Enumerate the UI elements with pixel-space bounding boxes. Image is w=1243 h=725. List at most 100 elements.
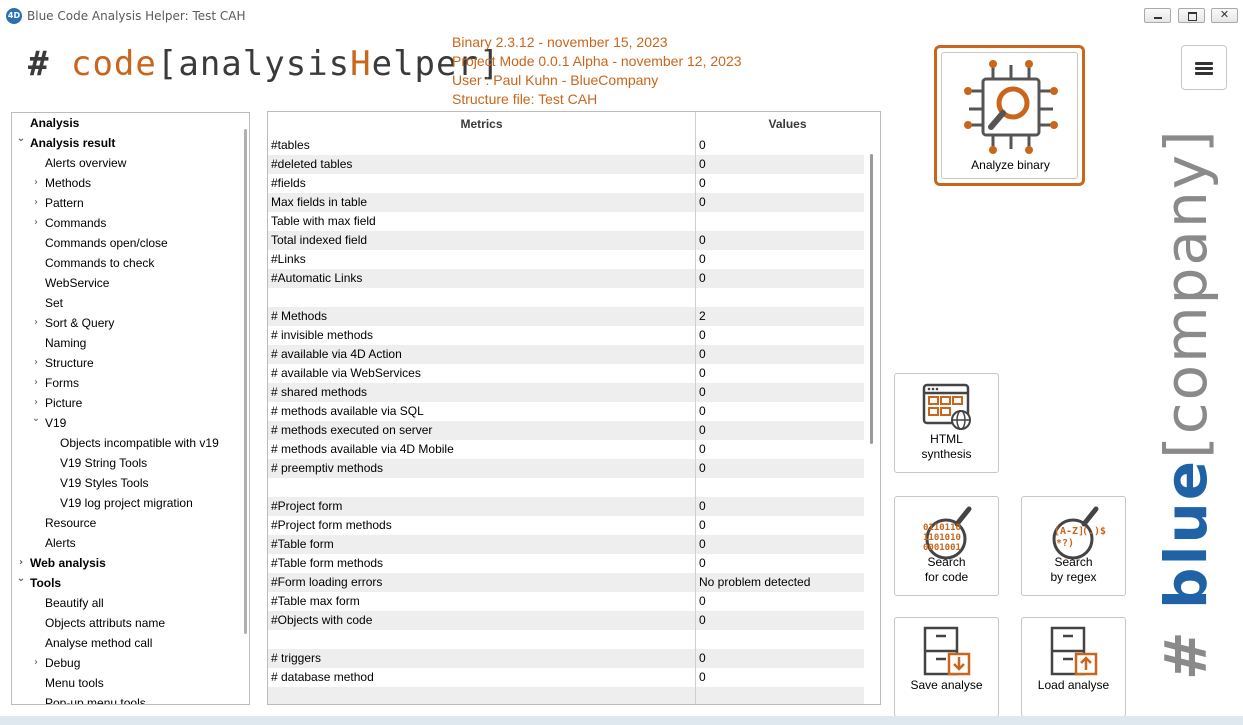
close-button[interactable] bbox=[1211, 8, 1238, 23]
table-row[interactable]: #Table form 0 bbox=[268, 535, 864, 554]
svg-text:[A-Z]: [A-Z] bbox=[1054, 526, 1084, 537]
table-row[interactable]: # methods executed on server 0 bbox=[268, 421, 864, 440]
table-row[interactable]: #Objects with code 0 bbox=[268, 611, 864, 630]
maximize-button[interactable] bbox=[1178, 8, 1205, 23]
tree-item[interactable]: Resource bbox=[12, 513, 237, 533]
tree-item[interactable]: Alerts bbox=[12, 533, 237, 553]
table-row[interactable]: #Project form 0 bbox=[268, 497, 864, 516]
tree-item[interactable]: V19 log project migration bbox=[12, 493, 237, 513]
chevron-right-icon[interactable]: › bbox=[31, 353, 41, 373]
table-row[interactable]: # shared methods 0 bbox=[268, 383, 864, 402]
tree-item[interactable]: V19 String Tools bbox=[12, 453, 237, 473]
tree-item[interactable]: › Commands bbox=[12, 213, 237, 233]
table-row[interactable]: # methods available via SQL 0 bbox=[268, 402, 864, 421]
tree-item[interactable]: ⌄ Tools bbox=[12, 573, 237, 593]
table-row[interactable] bbox=[268, 288, 864, 307]
metrics-table[interactable]: Metrics Values #tables 0 #deleted tables 0 #… bbox=[267, 111, 881, 705]
values-column-header[interactable]: Values bbox=[695, 117, 880, 131]
table-row[interactable]: #Table form methods 0 bbox=[268, 554, 864, 573]
tree-item[interactable]: › Debug bbox=[12, 653, 237, 673]
tree-item[interactable]: › Forms bbox=[12, 373, 237, 393]
chevron-right-icon[interactable]: › bbox=[31, 213, 41, 233]
table-row[interactable]: Table with max field bbox=[268, 212, 864, 231]
tree-item[interactable]: Commands open/close bbox=[12, 233, 237, 253]
tree-item[interactable]: › Methods bbox=[12, 173, 237, 193]
table-row[interactable] bbox=[268, 478, 864, 497]
table-row[interactable]: #Automatic Links 0 bbox=[268, 269, 864, 288]
tree-item[interactable]: Objects incompatible with v19 bbox=[12, 433, 237, 453]
table-row[interactable]: # database method 0 bbox=[268, 668, 864, 687]
tree-scrollbar[interactable] bbox=[244, 129, 247, 634]
table-row[interactable]: #Project form methods 0 bbox=[268, 516, 864, 535]
metric-value: 0 bbox=[699, 518, 706, 532]
metrics-scrollbar[interactable] bbox=[870, 154, 873, 444]
table-row[interactable] bbox=[268, 630, 864, 649]
table-row[interactable]: #deleted tables 0 bbox=[268, 155, 864, 174]
tree-item[interactable]: › Structure bbox=[12, 353, 237, 373]
tree-item[interactable]: › Sort & Query bbox=[12, 313, 237, 333]
tree-item[interactable]: WebService bbox=[12, 273, 237, 293]
chevron-right-icon[interactable]: › bbox=[31, 653, 41, 673]
tree-item[interactable]: Set bbox=[12, 293, 237, 313]
tree-item-label: Analysis bbox=[30, 116, 80, 130]
chevron-right-icon[interactable]: › bbox=[31, 193, 41, 213]
chevron-right-icon[interactable]: › bbox=[31, 313, 41, 333]
chevron-down-icon[interactable]: ⌄ bbox=[31, 409, 41, 429]
tree-item[interactable]: Pop-up menu tools bbox=[12, 693, 237, 704]
table-row[interactable]: #Form loading errors No problem detected bbox=[268, 573, 864, 592]
tree-item[interactable]: Alerts overview bbox=[12, 153, 237, 173]
chevron-down-icon[interactable]: ⌄ bbox=[16, 569, 26, 589]
tree-item[interactable]: Menu tools bbox=[12, 673, 237, 693]
table-row[interactable] bbox=[268, 687, 864, 704]
table-row[interactable]: #tables 0 bbox=[268, 136, 864, 155]
table-row[interactable]: #Links 0 bbox=[268, 250, 864, 269]
analyze-binary-button[interactable]: Analyze binary bbox=[934, 45, 1085, 186]
tree-item[interactable]: › Web analysis bbox=[12, 553, 237, 573]
html-synthesis-button[interactable]: HTML synthesis bbox=[894, 373, 999, 473]
table-row[interactable]: #fields 0 bbox=[268, 174, 864, 193]
table-row[interactable]: # methods available via 4D Mobile 0 bbox=[268, 440, 864, 459]
metrics-column-header[interactable]: Metrics bbox=[268, 117, 695, 131]
window-bottom-border bbox=[0, 716, 1243, 725]
table-row[interactable]: # available via WebServices 0 bbox=[268, 364, 864, 383]
search-by-regex-button[interactable]: [A-Z] (.)$ *?) Search by regex bbox=[1021, 496, 1126, 596]
save-analyse-label: Save analyse bbox=[910, 678, 983, 692]
hamburger-menu-button[interactable] bbox=[1181, 45, 1227, 90]
project-mode-version: Project Mode 0.0.1 Alpha - november 12, … bbox=[452, 53, 742, 69]
tree-item[interactable]: Commands to check bbox=[12, 253, 237, 273]
save-analyse-button[interactable]: Save analyse bbox=[894, 617, 999, 717]
column-divider[interactable] bbox=[695, 112, 696, 704]
tree-item[interactable]: Objects attributs name bbox=[12, 613, 237, 633]
table-row[interactable]: # invisible methods 0 bbox=[268, 326, 864, 345]
tree-item-label: V19 Styles Tools bbox=[60, 476, 149, 490]
table-row[interactable]: #Table max form 0 bbox=[268, 592, 864, 611]
tree-item[interactable]: ⌄ Analysis result bbox=[12, 133, 237, 153]
tree-item[interactable]: Analysis bbox=[12, 113, 237, 133]
metric-name: #Table form methods bbox=[271, 556, 384, 570]
search-for-code-button[interactable]: 0110110 1101010 0001001 Search for code bbox=[894, 496, 999, 596]
table-row[interactable]: # Methods 2 bbox=[268, 307, 864, 326]
metric-name: #Automatic Links bbox=[271, 271, 363, 285]
metric-value: No problem detected bbox=[699, 575, 811, 589]
tree-item[interactable]: Naming bbox=[12, 333, 237, 353]
html-synthesis-label: HTML synthesis bbox=[921, 432, 972, 461]
tree-item[interactable]: › Picture bbox=[12, 393, 237, 413]
table-row[interactable]: Total indexed field 0 bbox=[268, 231, 864, 250]
chevron-right-icon[interactable]: › bbox=[31, 173, 41, 193]
navigation-tree[interactable]: Analysis ⌄ Analysis result Alerts overview ›… bbox=[11, 112, 250, 705]
tree-item[interactable]: V19 Styles Tools bbox=[12, 473, 237, 493]
tree-item[interactable]: › Pattern bbox=[12, 193, 237, 213]
chevron-right-icon[interactable]: › bbox=[31, 373, 41, 393]
window-title-bar[interactable]: 4D Blue Code Analysis Helper: Test CAH bbox=[0, 0, 1243, 32]
tree-item[interactable]: Beautify all bbox=[12, 593, 237, 613]
load-analyse-button[interactable]: Load analyse bbox=[1021, 617, 1126, 717]
cabinet-download-icon bbox=[923, 626, 971, 676]
minimize-button[interactable] bbox=[1144, 8, 1171, 23]
table-row[interactable]: Max fields in table 0 bbox=[268, 193, 864, 212]
table-row[interactable]: # preemptiv methods 0 bbox=[268, 459, 864, 478]
table-row[interactable]: # available via 4D Action 0 bbox=[268, 345, 864, 364]
table-row[interactable]: # triggers 0 bbox=[268, 649, 864, 668]
tree-item[interactable]: Analyse method call bbox=[12, 633, 237, 653]
tree-item[interactable]: ⌄ V19 bbox=[12, 413, 237, 433]
chevron-down-icon[interactable]: ⌄ bbox=[16, 129, 26, 149]
